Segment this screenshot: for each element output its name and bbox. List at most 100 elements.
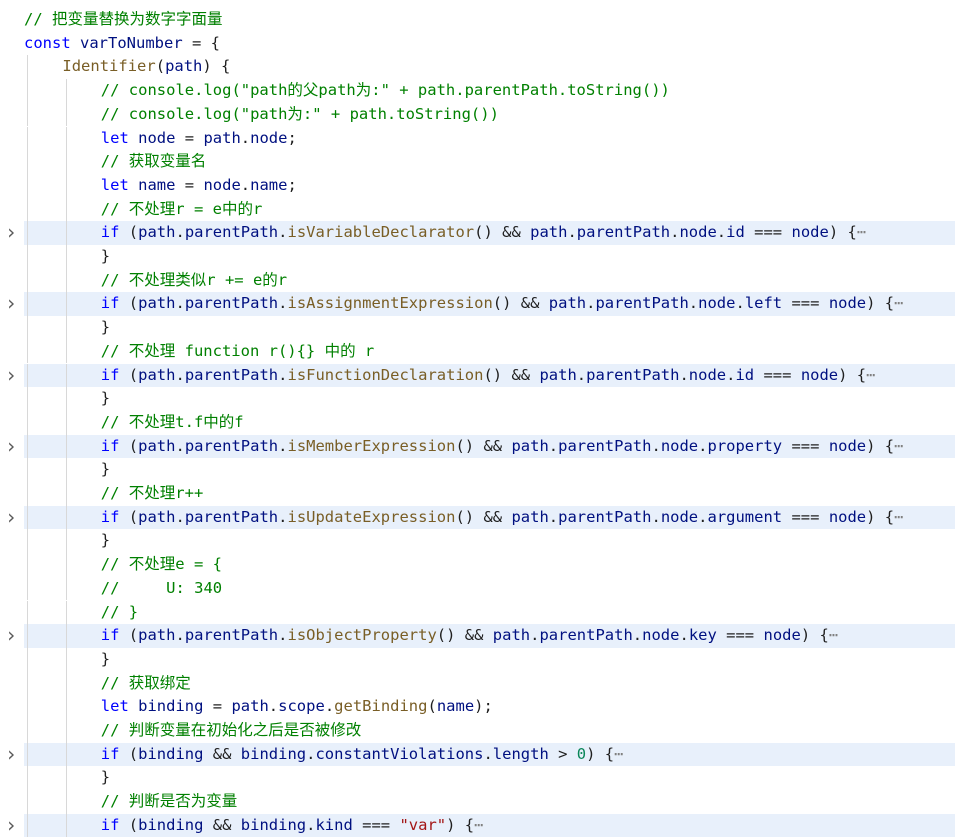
code-text: // console.log("path为:" + path.toString(… [101,103,499,127]
identifier: parentPath [558,436,652,455]
keyword: if [100,744,120,763]
indent-guide [27,434,29,459]
folded-ellipsis[interactable]: ⋯ [894,437,903,455]
indent-guide [27,173,29,198]
code-line[interactable]: } [0,766,955,791]
code-text: if (binding && binding.constantViolation… [101,743,624,767]
punctuation: = { [182,33,220,52]
code-line[interactable]: // 获取变量名 [0,150,955,174]
code-line[interactable]: let binding = path.scope.getBinding(name… [0,695,955,719]
chevron-right-icon[interactable]: › [4,623,18,648]
folded-ellipsis[interactable]: ⋯ [894,294,903,312]
folded-code-line[interactable]: › if (binding && binding.kind === "var") … [0,813,955,838]
code-text: if (binding && binding.kind === "var") {… [101,814,484,838]
punctuation: } [100,460,111,479]
code-line[interactable]: // 不处理r = e中的r [0,197,955,222]
identifier: parentPath [184,507,279,526]
identifier: node [250,128,288,147]
chevron-right-icon[interactable]: › [4,292,18,316]
code-text: // 不处理 function r(){} 中的 r [101,340,374,364]
punctuation: () && [474,223,531,242]
indent-guide [27,339,29,364]
identifier: parentPath [586,365,680,384]
folded-code-line[interactable]: › if (path.parentPath.isAssignmentExpress… [0,292,955,317]
chevron-right-icon[interactable]: › [4,742,18,767]
code-text: // 把变量替换为数字字面量 [24,8,223,32]
indent-guide [65,624,67,648]
code-line[interactable]: // } [0,600,955,625]
indent-guide [27,671,29,696]
folded-code-line[interactable]: › if (path.parentPath.isVariableDeclarato… [0,221,955,245]
folded-ellipsis[interactable]: ⋯ [614,745,623,763]
code-line[interactable]: // console.log("path的父path为:" + path.par… [0,79,955,103]
indent-guide [65,482,67,506]
punctuation: } [100,247,111,265]
punctuation: } [100,318,111,337]
code-line[interactable]: // console.log("path为:" + path.toString(… [0,102,955,127]
punctuation: = [175,128,204,147]
folded-ellipsis[interactable]: ⋯ [857,223,866,241]
punctuation: ( [119,223,139,242]
indent-guide [27,553,29,577]
punctuation: } [100,389,111,408]
code-line[interactable]: // 判断变量在初始化之后是否被修改 [0,719,955,743]
code-line[interactable]: } [0,245,955,269]
code-text: } [101,387,110,411]
punctuation: () && [455,507,512,526]
code-line[interactable]: // 不处理类似r += e的r [0,268,955,293]
code-line[interactable]: Identifier(path) { [0,55,955,80]
code-editor[interactable]: // 把变量替换为数字字面量 const varToNumber = {Ident… [0,0,955,838]
code-line[interactable]: // 把变量替换为数字字面量 [0,8,955,32]
indent-guide [27,505,29,530]
keyword: if [100,626,120,645]
code-line[interactable]: // U: 340 [0,576,955,601]
indent-guide [65,363,67,388]
chevron-right-icon[interactable]: › [4,363,18,388]
code-line[interactable]: // 不处理e = { [0,553,955,577]
indent-guide [27,624,29,648]
indent-guide [65,150,67,174]
folded-ellipsis[interactable]: ⋯ [894,508,903,526]
chevron-right-icon[interactable]: › [4,813,18,838]
code-text: if (path.parentPath.isObjectProperty() &… [101,624,838,648]
punctuation: === [782,436,829,455]
identifier: property [707,436,783,455]
indent-guide [27,813,29,838]
code-line[interactable]: // 获取绑定 [0,671,955,696]
indent-guide [27,102,29,127]
function-name: isUpdateExpression [287,507,456,526]
folded-code-line[interactable]: › if (path.parentPath.isFunctionDeclarati… [0,363,955,388]
code-line[interactable]: } [0,316,955,340]
code-line[interactable]: let name = node.name; [0,173,955,198]
comment: // 不处理r++ [100,484,204,502]
code-line[interactable]: } [0,458,955,482]
chevron-right-icon[interactable]: › [4,221,18,245]
code-line[interactable]: } [0,647,955,672]
code-line[interactable]: const varToNumber = { [0,32,955,56]
identifier: node [791,223,829,242]
punctuation: === [754,365,801,384]
indent-guide [27,719,29,743]
folded-code-line[interactable]: › if (path.parentPath.isMemberExpression(… [0,434,955,459]
folded-code-line[interactable]: › if (binding && binding.constantViolatio… [0,742,955,767]
punctuation: === [716,626,764,645]
code-line[interactable]: // 判断是否为变量 [0,790,955,814]
folded-ellipsis[interactable]: ⋯ [474,816,483,834]
punctuation: . [548,436,559,455]
code-line[interactable]: } [0,529,955,554]
chevron-right-icon[interactable]: › [4,434,18,459]
folded-ellipsis[interactable]: ⋯ [866,366,875,384]
code-line[interactable]: } [0,387,955,411]
identifier: id [726,223,745,242]
folded-ellipsis[interactable]: ⋯ [829,626,838,644]
function-name: getBinding [334,697,428,716]
chevron-right-icon[interactable]: › [4,505,18,530]
folded-code-line[interactable]: › if (path.parentPath.isObjectProperty() … [0,623,955,648]
code-line[interactable]: // 不处理 function r(){} 中的 r [0,339,955,364]
punctuation: . [175,365,185,384]
code-line[interactable]: // 不处理r++ [0,482,955,506]
indent-guide [65,695,67,719]
code-line[interactable]: let node = path.node; [0,126,955,151]
code-line[interactable]: // 不处理t.f中的f [0,410,955,435]
folded-code-line[interactable]: › if (path.parentPath.isUpdateExpression(… [0,505,955,530]
